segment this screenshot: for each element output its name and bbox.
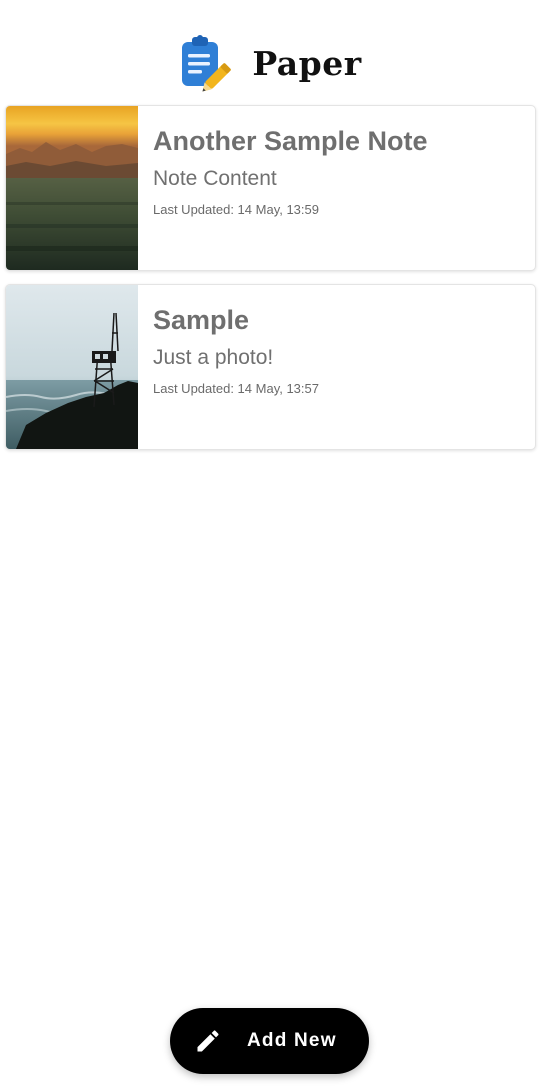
note-content: Just a photo! bbox=[153, 346, 274, 369]
app-screen: Paper Another Sample Note Note Content L… bbox=[0, 0, 540, 1087]
note-card[interactable]: Sample Just a photo! Last Updated: 14 Ma… bbox=[5, 284, 536, 450]
add-new-label: Add New bbox=[247, 1030, 337, 1051]
app-header: Paper bbox=[0, 28, 540, 98]
pencil-icon bbox=[197, 1030, 219, 1052]
add-new-button[interactable]: Add New bbox=[170, 1008, 369, 1074]
note-last-updated: Last Updated: 14 May, 13:59 bbox=[153, 202, 319, 217]
note-title: Sample bbox=[153, 305, 250, 335]
note-content: Note Content bbox=[153, 167, 277, 190]
note-body: Another Sample Note Note Content Last Up… bbox=[138, 106, 428, 270]
note-last-updated: Last Updated: 14 May, 13:57 bbox=[153, 381, 319, 396]
notepad-pencil-icon bbox=[182, 35, 232, 92]
app-logo: Paper bbox=[178, 32, 361, 94]
note-list: Another Sample Note Note Content Last Up… bbox=[5, 105, 536, 463]
note-body: Sample Just a photo! Last Updated: 14 Ma… bbox=[138, 285, 319, 449]
note-card[interactable]: Another Sample Note Note Content Last Up… bbox=[5, 105, 536, 271]
note-thumbnail-tower bbox=[6, 285, 138, 449]
app-title: Paper bbox=[252, 43, 362, 83]
note-thumbnail-sunset bbox=[6, 106, 138, 270]
note-title: Another Sample Note bbox=[153, 126, 428, 156]
